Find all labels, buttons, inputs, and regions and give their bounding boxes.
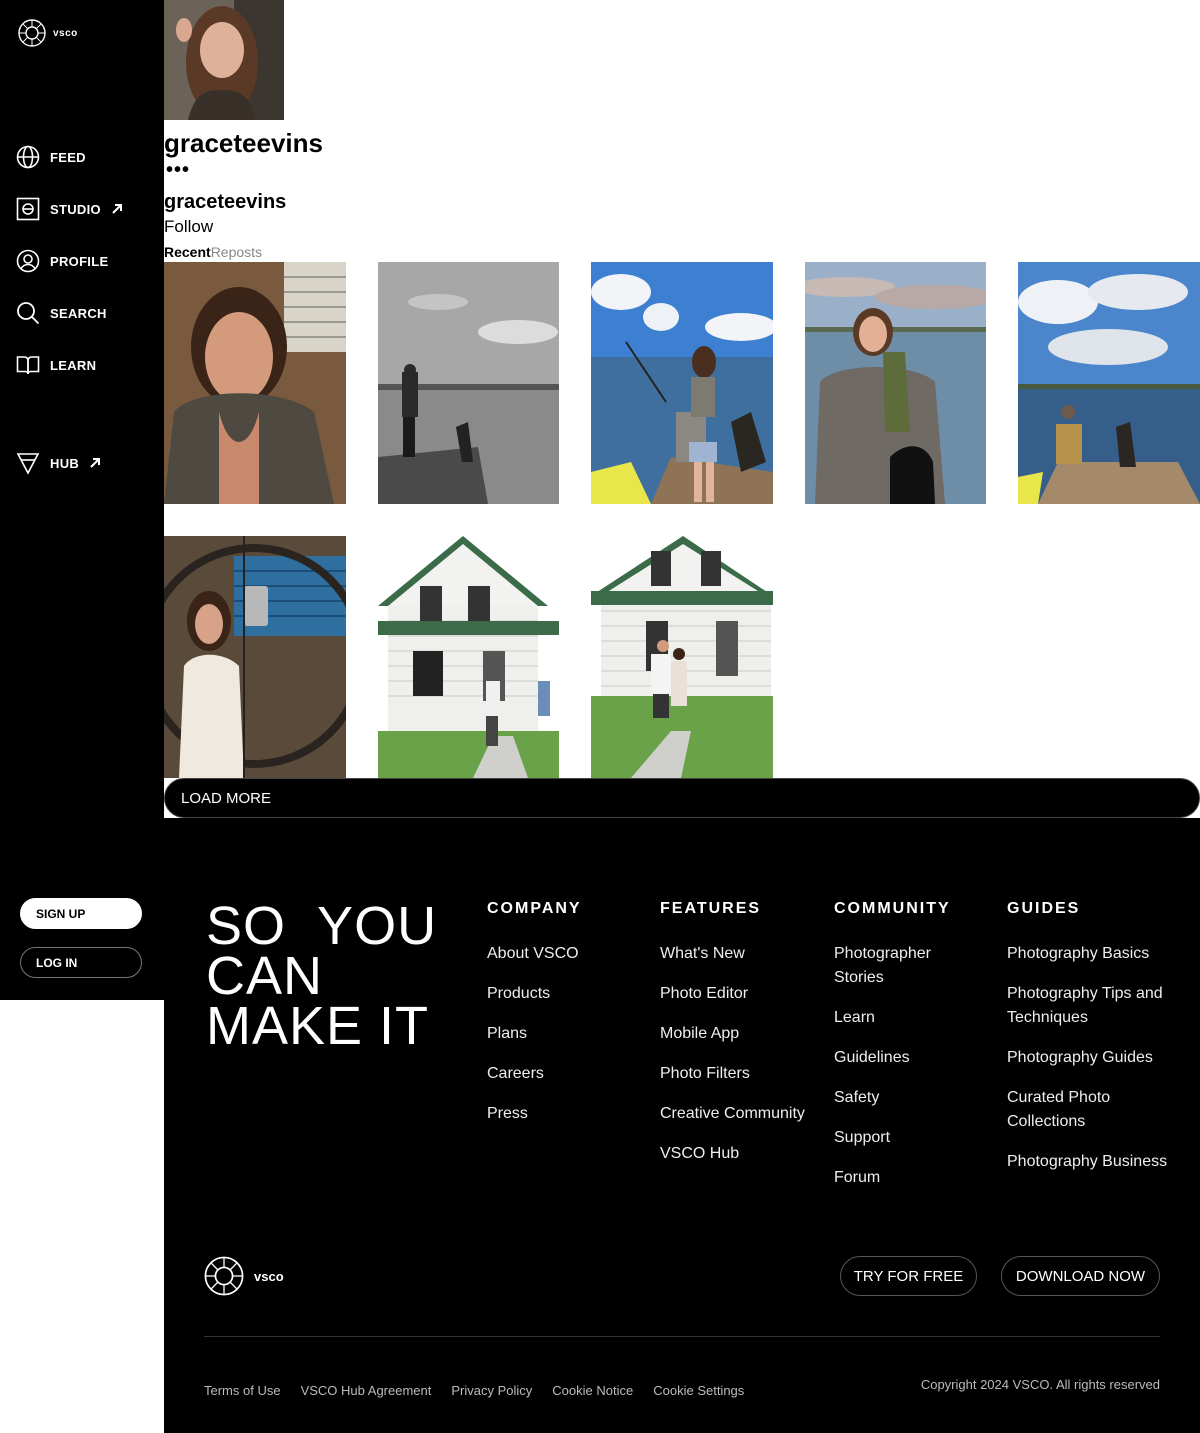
profile-tabs: Recent Reposts bbox=[164, 243, 262, 261]
nav-profile[interactable]: PROFILE bbox=[16, 249, 108, 273]
nav-learn[interactable]: LEARN bbox=[16, 353, 96, 377]
footer-link[interactable]: Safety bbox=[834, 1086, 984, 1110]
footer-link[interactable]: Creative Community bbox=[660, 1102, 825, 1126]
book-icon bbox=[16, 356, 40, 375]
footer-link[interactable]: Photography Basics bbox=[1007, 942, 1177, 966]
footer-link[interactable]: Photography Guides bbox=[1007, 1046, 1177, 1070]
download-now-button[interactable]: DOWNLOAD NOW bbox=[1001, 1256, 1160, 1296]
hub-icon bbox=[16, 453, 40, 475]
footer-tagline: SO YOU CAN MAKE IT bbox=[206, 896, 438, 1056]
external-arrow-icon bbox=[112, 204, 122, 214]
tab-reposts[interactable]: Reposts bbox=[211, 243, 262, 261]
footer-col-company: COMPANY About VSCO Products Plans Career… bbox=[487, 898, 637, 1142]
gallery-photo[interactable] bbox=[378, 262, 559, 504]
legal-link[interactable]: Privacy Policy bbox=[451, 1383, 532, 1398]
footer-col-community: COMMUNITY Photographer Stories Learn Gui… bbox=[834, 898, 984, 1206]
tab-recent[interactable]: Recent bbox=[164, 243, 211, 261]
tagline-line: MAKE IT bbox=[206, 996, 430, 1056]
footer-link[interactable]: Products bbox=[487, 982, 637, 1006]
search-icon bbox=[17, 302, 40, 325]
tagline-line: CAN bbox=[206, 946, 324, 1006]
footer-col-guides: GUIDES Photography Basics Photography Ti… bbox=[1007, 898, 1177, 1190]
vsco-logo-icon bbox=[18, 19, 46, 47]
load-more-button[interactable]: LOAD MORE bbox=[164, 778, 1200, 818]
footer-link[interactable]: Photography Tips and Techniques bbox=[1007, 982, 1177, 1030]
footer-link[interactable]: About VSCO bbox=[487, 942, 637, 966]
footer-link[interactable]: Mobile App bbox=[660, 1022, 825, 1046]
profile-avatar bbox=[164, 0, 284, 120]
nav-profile-label: PROFILE bbox=[50, 253, 109, 269]
footer-link[interactable]: What's New bbox=[660, 942, 825, 966]
nav-feed[interactable]: FEED bbox=[16, 145, 86, 169]
footer-link[interactable]: Support bbox=[834, 1126, 984, 1150]
footer-link[interactable]: Plans bbox=[487, 1022, 637, 1046]
try-for-free-button[interactable]: TRY FOR FREE bbox=[840, 1256, 977, 1296]
more-options-icon[interactable]: ••• bbox=[166, 160, 190, 180]
gallery-photo[interactable] bbox=[591, 262, 773, 504]
footer-logo-text: vsco bbox=[254, 1268, 284, 1284]
footer-link[interactable]: Press bbox=[487, 1102, 637, 1126]
nav-hub-label: HUB bbox=[50, 455, 80, 471]
nav-feed-label: FEED bbox=[50, 149, 86, 165]
footer-link[interactable]: Curated Photo Collections bbox=[1007, 1086, 1177, 1134]
nav-hub[interactable]: HUB bbox=[16, 451, 101, 475]
footer-link[interactable]: Guidelines bbox=[834, 1046, 984, 1070]
log-in-button[interactable]: LOG IN bbox=[20, 947, 142, 978]
nav-learn-label: LEARN bbox=[50, 357, 97, 373]
footer-logo[interactable]: vsco bbox=[204, 1256, 284, 1296]
nav-search-label: SEARCH bbox=[50, 305, 107, 321]
profile-icon bbox=[16, 249, 40, 273]
sign-up-button[interactable]: SIGN UP bbox=[20, 898, 142, 929]
profile-display-name: graceteevins bbox=[164, 191, 287, 213]
tagline-line: SO YOU bbox=[206, 896, 438, 956]
studio-icon bbox=[16, 197, 40, 221]
nav-search[interactable]: SEARCH bbox=[16, 301, 107, 325]
gallery-photo[interactable] bbox=[1018, 262, 1200, 504]
footer-col-heading: FEATURES bbox=[660, 900, 762, 917]
footer-col-heading: GUIDES bbox=[1007, 900, 1081, 917]
nav-studio-label: STUDIO bbox=[50, 201, 101, 217]
footer-link[interactable]: Photo Filters bbox=[660, 1062, 825, 1086]
legal-link[interactable]: Cookie Settings bbox=[653, 1383, 744, 1398]
copyright: Copyright 2024 VSCO. All rights reserved bbox=[920, 1377, 1160, 1392]
footer-col-heading: COMMUNITY bbox=[834, 900, 951, 917]
footer-link[interactable]: Learn bbox=[834, 1006, 984, 1030]
nav-studio[interactable]: STUDIO bbox=[16, 197, 123, 221]
footer-col-features: FEATURES What's New Photo Editor Mobile … bbox=[660, 898, 825, 1182]
footer-link[interactable]: VSCO Hub bbox=[660, 1142, 825, 1166]
profile-username: graceteevins bbox=[164, 128, 323, 158]
logo-text: vsco bbox=[53, 27, 78, 39]
footer-link[interactable]: Careers bbox=[487, 1062, 637, 1086]
legal-link[interactable]: Cookie Notice bbox=[552, 1383, 633, 1398]
gallery-photo[interactable] bbox=[164, 536, 346, 778]
footer-link[interactable]: Photography Business bbox=[1007, 1150, 1177, 1174]
gallery-photo[interactable] bbox=[591, 536, 773, 778]
external-arrow-icon bbox=[90, 458, 101, 468]
vsco-logo-icon bbox=[204, 1256, 244, 1296]
footer-link[interactable]: Forum bbox=[834, 1166, 984, 1190]
gallery-photo[interactable] bbox=[164, 262, 346, 504]
footer-link[interactable]: Photographer Stories bbox=[834, 942, 984, 990]
gallery-photo[interactable] bbox=[805, 262, 986, 504]
legal-link[interactable]: Terms of Use bbox=[204, 1383, 281, 1398]
globe-icon bbox=[16, 145, 40, 169]
footer: SO YOU CAN MAKE IT COMPANY About VSCO Pr… bbox=[164, 818, 1200, 1433]
footer-link[interactable]: Photo Editor bbox=[660, 982, 825, 1006]
gallery-photo[interactable] bbox=[378, 536, 559, 778]
legal-links: Terms of Use VSCO Hub Agreement Privacy … bbox=[204, 1383, 744, 1398]
vsco-logo[interactable]: vsco bbox=[18, 19, 78, 47]
footer-col-heading: COMPANY bbox=[487, 900, 582, 917]
sidebar: vsco FEED STUDIO PROFILE SEARCH LEARN HU… bbox=[0, 0, 164, 1000]
follow-button[interactable]: Follow bbox=[164, 216, 213, 238]
footer-divider bbox=[204, 1336, 1160, 1337]
legal-link[interactable]: VSCO Hub Agreement bbox=[301, 1383, 432, 1398]
